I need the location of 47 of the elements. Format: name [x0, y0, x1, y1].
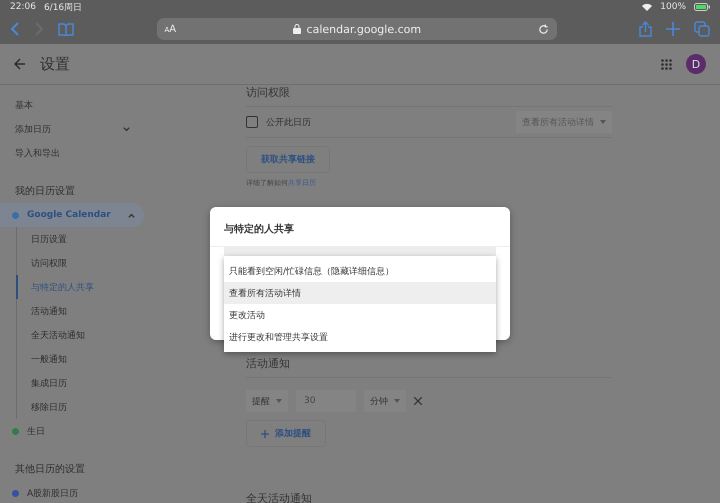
back-icon[interactable]: [10, 22, 20, 36]
share-link-button[interactable]: 获取共享链接: [246, 146, 330, 173]
plus-icon[interactable]: [666, 22, 680, 36]
apps-grid-icon[interactable]: [661, 58, 672, 70]
status-date: 6/16周日: [44, 2, 82, 14]
menu-option[interactable]: 进行更改和管理共享设置: [224, 326, 496, 348]
sidebar-heading: 其他日历的设置: [14, 462, 86, 477]
wifi-icon: [642, 3, 652, 11]
reload-icon[interactable]: [538, 24, 549, 34]
menu-option[interactable]: 只能看到空闲/忙碌信息（隐藏详细信息）: [224, 260, 496, 282]
sidebar-calendar[interactable]: 生日: [0, 419, 144, 443]
caret-icon: [394, 399, 400, 403]
checkbox[interactable]: [246, 116, 258, 128]
page-title: 设置: [40, 54, 70, 74]
sidebar-item[interactable]: 导入和导出: [0, 141, 143, 165]
lock-icon: [292, 24, 301, 34]
sidebar-item[interactable]: 添加日历: [0, 117, 143, 141]
close-icon[interactable]: [414, 397, 422, 405]
sidebar-calendar[interactable]: Google Calendar: [0, 203, 144, 227]
status-time: 22:06: [10, 2, 36, 12]
reminder-unit-select[interactable]: 分钟: [364, 390, 406, 412]
reminder-type-select[interactable]: 提醒: [246, 390, 288, 412]
plus-icon: [261, 430, 269, 438]
sidebar-subitem[interactable]: 一般通知: [16, 347, 240, 371]
sidebar-calendar[interactable]: A股新股日历: [0, 481, 144, 503]
reminder-value-field[interactable]: 30: [296, 390, 356, 412]
user-avatar[interactable]: D: [686, 54, 706, 74]
section-title: 访问权限: [246, 85, 612, 107]
caret-icon: [600, 120, 606, 124]
menu-option[interactable]: 查看所有活动详情: [224, 282, 496, 304]
battery-icon: [694, 3, 710, 11]
back-arrow-icon[interactable]: [14, 58, 26, 70]
battery-percentage: 100%: [660, 2, 686, 12]
tabs-icon[interactable]: [694, 21, 710, 37]
sidebar-item[interactable]: 基本: [0, 93, 143, 117]
add-reminder-button[interactable]: 添加提醒: [246, 420, 326, 447]
section-title: 活动通知: [246, 356, 612, 378]
sidebar-subitem[interactable]: 集成日历: [16, 371, 240, 395]
sidebar-subitem[interactable]: 移除日历: [16, 395, 240, 419]
menu-option[interactable]: 更改活动: [224, 304, 496, 326]
chevron-icon[interactable]: [122, 124, 131, 134]
book-icon[interactable]: [58, 22, 74, 36]
caret-icon: [276, 399, 282, 403]
sidebar-heading: 我的日历设置: [14, 184, 76, 199]
share-icon[interactable]: [639, 21, 652, 37]
checkbox-label: 公开此日历: [266, 116, 311, 128]
address-bar[interactable]: AA calendar.google.com: [156, 18, 556, 40]
